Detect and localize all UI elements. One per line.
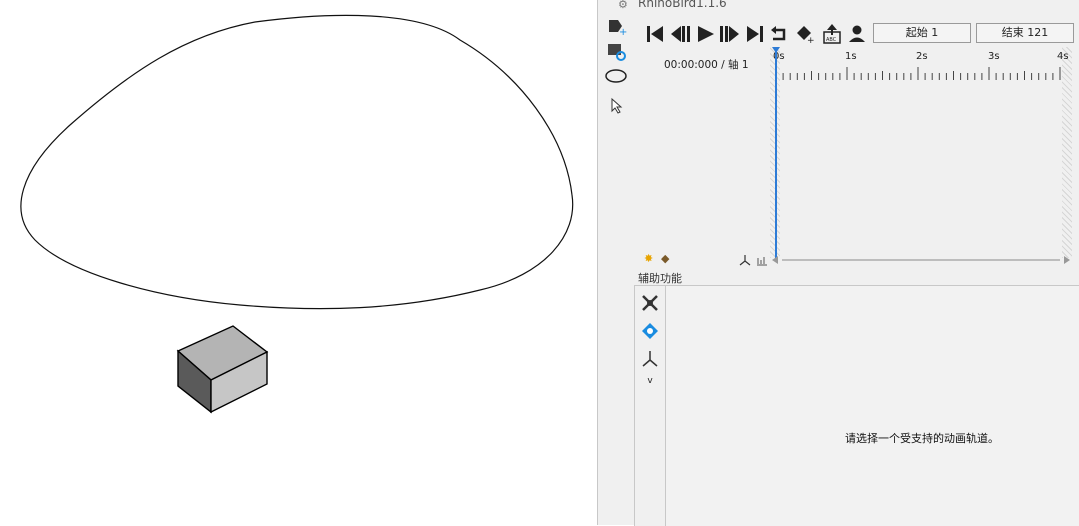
- rhinobird-panel: ⚙ RhinoBird1.1.6 + + ABC 起始 1 结束 121 00:…: [597, 0, 1079, 526]
- axis-small-icon[interactable]: [738, 252, 752, 271]
- tools-icon[interactable]: [638, 292, 662, 314]
- export-icon[interactable]: ABC: [820, 22, 844, 46]
- aux-message: 请选择一个受支持的动画轨道。: [845, 432, 999, 445]
- orient-icon[interactable]: [638, 320, 662, 342]
- end-frame-field[interactable]: 结束 121: [976, 23, 1074, 43]
- aux-panel: v 请选择一个受支持的动画轨道。: [634, 285, 1079, 526]
- loop-icon[interactable]: [768, 22, 790, 46]
- ellipse-icon[interactable]: [604, 65, 628, 87]
- start-frame-field[interactable]: 起始 1: [873, 23, 971, 43]
- skip-to-start-icon[interactable]: [644, 22, 666, 46]
- expand-chevron-icon[interactable]: v: [638, 370, 662, 392]
- step-forward-icon[interactable]: [718, 22, 742, 46]
- panel-title: RhinoBird1.1.6: [638, 0, 727, 10]
- curve-path[interactable]: [20, 14, 574, 310]
- step-back-icon[interactable]: [668, 22, 692, 46]
- timeline-track[interactable]: 0s 1s 2s 3s 4s: [770, 47, 1072, 258]
- timeline-scrollbar[interactable]: [770, 252, 1072, 266]
- aux-toolbar: v: [635, 286, 666, 526]
- svg-text:+: +: [807, 36, 815, 44]
- add-keyframe-icon[interactable]: +: [794, 22, 816, 46]
- diamond-key-icon[interactable]: ◆: [661, 252, 669, 265]
- aux-label: 辅助功能: [638, 272, 682, 285]
- box-object[interactable]: [176, 325, 269, 414]
- playhead[interactable]: [770, 47, 1072, 258]
- axis-icon[interactable]: [638, 348, 662, 370]
- rhino-viewport[interactable]: [0, 0, 597, 525]
- play-icon[interactable]: [694, 22, 716, 46]
- sun-icon[interactable]: ✸: [644, 252, 653, 265]
- cursor-icon[interactable]: [604, 95, 628, 117]
- gear-icon[interactable]: ⚙: [618, 0, 628, 11]
- skip-to-end-icon[interactable]: [744, 22, 766, 46]
- svg-text:+: +: [619, 27, 627, 37]
- refresh-track-icon[interactable]: [604, 40, 628, 62]
- viewport-scene: [20, 14, 574, 414]
- add-track-icon[interactable]: +: [604, 16, 628, 38]
- svg-text:ABC: ABC: [826, 37, 837, 43]
- graph-icon[interactable]: [755, 252, 769, 271]
- timecode-label: 00:00:000 / 轴 1: [664, 59, 749, 71]
- user-icon[interactable]: [846, 22, 868, 46]
